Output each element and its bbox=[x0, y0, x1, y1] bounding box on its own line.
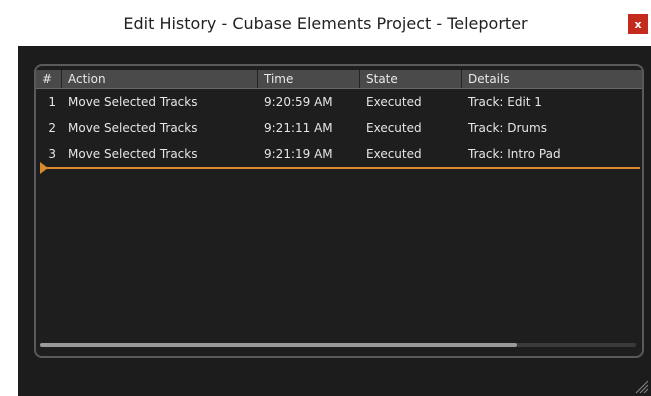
close-button[interactable]: x bbox=[628, 14, 648, 34]
row-action: Move Selected Tracks bbox=[68, 95, 198, 109]
window-title: Edit History - Cubase Elements Project -… bbox=[123, 14, 528, 33]
row-number: 1 bbox=[48, 95, 56, 109]
resize-grip-icon[interactable] bbox=[633, 378, 649, 394]
history-panel: # Action Time State Details 1 Move Selec… bbox=[34, 64, 644, 358]
column-header-details[interactable]: Details bbox=[462, 70, 642, 88]
row-state: Executed bbox=[366, 147, 422, 161]
column-header-number[interactable]: # bbox=[36, 70, 62, 88]
row-time: 9:20:59 AM bbox=[264, 95, 333, 109]
column-header-action[interactable]: Action bbox=[62, 70, 258, 88]
table-row[interactable]: 2 Move Selected Tracks 9:21:11 AM Execut… bbox=[36, 115, 642, 141]
row-details: Track: Drums bbox=[468, 121, 547, 135]
row-details: Track: Intro Pad bbox=[468, 147, 561, 161]
edit-history-window: # Action Time State Details 1 Move Selec… bbox=[18, 46, 651, 396]
row-details: Track: Edit 1 bbox=[468, 95, 542, 109]
column-header-state[interactable]: State bbox=[360, 70, 462, 88]
row-time: 9:21:11 AM bbox=[264, 121, 333, 135]
row-state: Executed bbox=[366, 95, 422, 109]
row-action: Move Selected Tracks bbox=[68, 121, 198, 135]
row-number: 2 bbox=[48, 121, 56, 135]
table-header: # Action Time State Details bbox=[36, 70, 642, 89]
table-row[interactable]: 3 Move Selected Tracks 9:21:19 AM Execut… bbox=[36, 141, 642, 167]
row-action: Move Selected Tracks bbox=[68, 147, 198, 161]
horizontal-scrollbar[interactable] bbox=[40, 343, 636, 347]
row-time: 9:21:19 AM bbox=[264, 147, 333, 161]
row-state: Executed bbox=[366, 121, 422, 135]
table-row[interactable]: 1 Move Selected Tracks 9:20:59 AM Execut… bbox=[36, 89, 642, 115]
column-header-time[interactable]: Time bbox=[258, 70, 360, 88]
title-bar[interactable]: Edit History - Cubase Elements Project -… bbox=[0, 0, 651, 46]
scrollbar-thumb[interactable] bbox=[40, 343, 517, 347]
history-cursor-line[interactable] bbox=[44, 167, 640, 169]
